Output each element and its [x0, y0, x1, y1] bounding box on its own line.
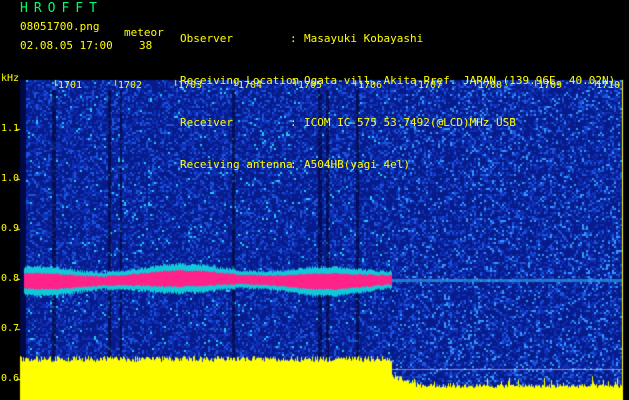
meta-key: Observer: [180, 32, 233, 45]
meta-value: Masayuki Kobayashi: [304, 32, 424, 45]
y-tick-label: 0.7: [1, 323, 20, 334]
file-name: 08051700.png: [20, 20, 100, 33]
y-tick-label: 0.6: [1, 373, 20, 384]
meta-receiver: Receiver: ICOM IC-575 53.7492(@LCD)MHz US…: [180, 116, 516, 129]
timestamp: 02.08.05 17:00: [20, 39, 113, 52]
y-tick-label: 1.0: [1, 173, 20, 184]
meta-antenna: Receiving antenna: A504HB(yagi 4el): [180, 158, 410, 171]
y-tick-label: 0.8: [1, 273, 20, 284]
meta-value: Ogata-vill. Akita-Pref. JAPAN (139.96E, …: [304, 74, 616, 87]
meta-key: Receiver: [180, 116, 233, 129]
x-tick-label: 1706: [358, 80, 383, 91]
meta-observer: Observer: Masayuki Kobayashi: [180, 32, 424, 45]
x-tick-label: 1705: [298, 80, 323, 91]
meteor-label: meteor: [124, 26, 164, 39]
x-tick-label: 1704: [238, 80, 263, 91]
x-tick-label: 1710: [596, 80, 621, 91]
y-tick-label: 1.1: [1, 123, 20, 134]
y-tick-label: 0.9: [1, 223, 20, 234]
meta-value: A504HB(yagi 4el): [304, 158, 410, 171]
meta-key: Receiving antenna: [180, 158, 293, 171]
x-tick-label: 1703: [178, 80, 203, 91]
x-tick-label: 1702: [118, 80, 143, 91]
meta-value: ICOM IC-575 53.7492(@LCD)MHz USB: [304, 116, 516, 129]
x-tick-label: 1707: [418, 80, 443, 91]
x-tick-label: 1709: [538, 80, 563, 91]
meteor-count: 38: [139, 39, 153, 52]
x-tick-label: 1701: [58, 80, 83, 91]
x-tick-label: 1708: [478, 80, 503, 91]
meta-block: Observer: Masayuki Kobayashi Receiving Lo…: [180, 4, 615, 186]
app-title: HROFFT: [20, 1, 103, 16]
y-axis-unit: kHz: [1, 73, 20, 84]
